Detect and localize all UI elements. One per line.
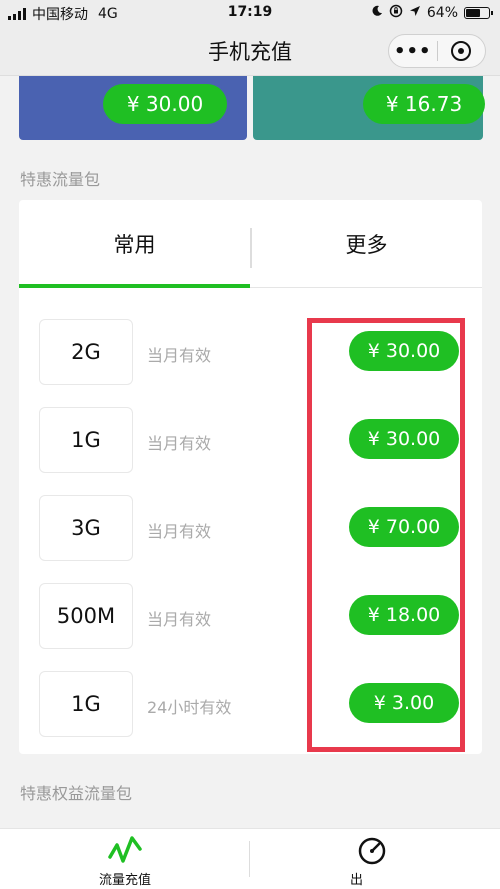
package-validity: 当月有效 (147, 434, 212, 453)
tab-more[interactable]: 更多 (251, 200, 482, 288)
target-icon (451, 41, 472, 61)
package-size: 1G (39, 407, 133, 473)
price-button[interactable]: ¥ 30.00 (103, 84, 227, 124)
package-validity: 当月有效 (147, 346, 212, 365)
bottom-tab-bar: 流量充值 出 (0, 828, 500, 889)
package-validity: 当月有效 (147, 522, 212, 541)
bottom-tab-speed[interactable]: 出 (330, 829, 440, 889)
bottom-tab-label: 出 (350, 873, 364, 888)
bottom-tab-data-recharge[interactable]: 流量充值 (60, 829, 190, 889)
highlight-box (307, 318, 465, 752)
package-size: 1G (39, 671, 133, 737)
mini-program-capsule: ••• (388, 34, 486, 68)
pulse-icon (108, 835, 142, 869)
tab-common[interactable]: 常用 (19, 200, 250, 288)
package-validity: 当月有效 (147, 610, 212, 629)
battery-icon (464, 7, 493, 19)
location-arrow-icon (409, 5, 421, 21)
speedometer-icon (357, 835, 387, 869)
package-size: 500M (39, 583, 133, 649)
recharge-card-left[interactable]: ¥ 30.00 (19, 76, 247, 140)
moon-icon (371, 5, 383, 21)
more-button[interactable]: ••• (389, 41, 437, 62)
package-size: 3G (39, 495, 133, 561)
battery-percent: 64% (426, 5, 458, 21)
tab-bar: 常用 更多 (19, 200, 482, 288)
lock-rotation-icon (389, 4, 403, 22)
section-title-2: 特惠权益流量包 (20, 784, 133, 803)
package-validity: 24小时有效 (147, 698, 232, 717)
section-title: 特惠流量包 (20, 170, 101, 189)
package-size: 2G (39, 319, 133, 385)
bottom-divider (249, 841, 250, 877)
active-tab-indicator (19, 284, 250, 288)
navigation-bar: 手机充值 ••• (0, 26, 500, 76)
price-button[interactable]: ¥ 16.73 (363, 84, 485, 124)
recharge-card-right[interactable]: ¥ 16.73 (253, 76, 485, 140)
close-button[interactable] (437, 41, 485, 61)
status-bar: 中国移动 4G 17:19 64% (0, 0, 500, 26)
bottom-tab-label: 流量充值 (98, 873, 151, 888)
